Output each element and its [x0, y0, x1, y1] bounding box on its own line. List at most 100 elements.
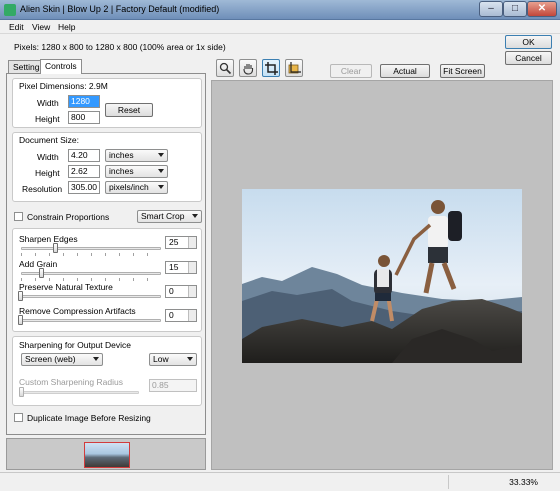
ok-button[interactable]: OK [505, 35, 552, 49]
clear-crop-button[interactable]: Clear Crop [330, 64, 372, 88]
pixels-info: Pixels: 1280 x 800 to 1280 x 800 (100% a… [14, 42, 226, 52]
doc-width-label: Width [37, 152, 59, 162]
navigator-thumbnail[interactable] [84, 442, 130, 468]
chevron-down-icon [158, 153, 164, 157]
constrain-proportions-label: Constrain Proportions [27, 212, 110, 222]
chevron-down-icon [93, 357, 99, 361]
slider-ticks [21, 278, 161, 281]
doc-width-unit-value: inches [109, 150, 134, 160]
spin-down-icon[interactable] [188, 291, 196, 297]
minimize-button[interactable]: – [479, 1, 503, 17]
resolution-unit-select[interactable]: pixels/inch [105, 181, 168, 194]
status-divider [448, 475, 449, 489]
spin-down-icon[interactable] [188, 267, 196, 273]
doc-width-input[interactable]: 4.20 [68, 149, 100, 162]
crop-selection-icon [288, 62, 301, 74]
controls-panel: Pixel Dimensions: 2.9M Width 1280 Height… [6, 73, 206, 435]
adjustments-group: Sharpen Edges 25 Add Grain 15 Preserve N… [12, 228, 202, 332]
slider-label: Sharpen Edges [19, 234, 78, 244]
chevron-down-icon [158, 185, 164, 189]
fit-screen-button[interactable]: Fit Screen [440, 64, 485, 78]
output-sharpening-group: Sharpening for Output Device Screen (web… [12, 336, 202, 406]
doc-height-unit-value: inches [109, 166, 134, 176]
add-grain-spinner[interactable]: 15 [165, 261, 197, 274]
crop-selection-button[interactable] [285, 59, 303, 77]
preserve-texture-value: 0 [169, 286, 174, 296]
resolution-input[interactable]: 305.00 [68, 181, 100, 194]
navigator [6, 438, 206, 470]
output-sharpening-title: Sharpening for Output Device [19, 340, 131, 350]
add-grain-slider[interactable] [39, 268, 44, 278]
cancel-button[interactable]: Cancel [505, 51, 552, 65]
zoom-icon [219, 62, 232, 75]
tab-controls[interactable]: Controls [40, 59, 82, 74]
doc-width-unit-select[interactable]: inches [105, 149, 168, 162]
hand-tool-button[interactable] [239, 59, 257, 77]
pixel-width-label: Width [37, 98, 59, 108]
constrain-proportions-checkbox[interactable] [14, 212, 23, 221]
remove-artifacts-slider[interactable] [18, 315, 23, 325]
app-icon [4, 4, 16, 16]
menu-bar: Edit View Help [0, 20, 560, 34]
doc-height-unit-select[interactable]: inches [105, 165, 168, 178]
preserve-texture-slider[interactable] [18, 291, 23, 301]
crop-icon [265, 62, 278, 75]
pixel-dimensions-group: Pixel Dimensions: 2.9M Width 1280 Height… [12, 78, 202, 128]
slider-label: Preserve Natural Texture [19, 282, 113, 292]
chevron-down-icon [187, 357, 193, 361]
chevron-down-icon [158, 169, 164, 173]
menu-edit[interactable]: Edit [9, 22, 24, 32]
crop-tool-button[interactable] [262, 59, 280, 77]
preserve-texture-track[interactable] [21, 295, 161, 298]
duplicate-image-checkbox[interactable] [14, 413, 23, 422]
custom-radius-slider [19, 387, 24, 397]
window-title: Alien Skin | Blow Up 2 | Factory Default… [20, 4, 220, 14]
sharpen-edges-track[interactable] [21, 247, 161, 250]
spin-down-icon[interactable] [188, 242, 196, 248]
doc-height-input[interactable]: 2.62 [68, 165, 100, 178]
slider-ticks [21, 253, 161, 256]
crop-mode-select[interactable]: Smart Crop [137, 210, 202, 223]
hand-icon [243, 64, 254, 75]
resolution-label: Resolution [22, 184, 63, 194]
close-button[interactable]: ✕ [527, 1, 557, 17]
document-size-title: Document Size: [19, 135, 79, 145]
pixel-dimensions-title: Pixel Dimensions: 2.9M [19, 81, 108, 91]
slider-label: Remove Compression Artifacts [19, 306, 136, 316]
pixel-height-label: Height [35, 114, 60, 124]
remove-artifacts-spinner[interactable]: 0 [165, 309, 197, 322]
crop-mode-value: Smart Crop [141, 211, 185, 221]
duplicate-image-label: Duplicate Image Before Resizing [27, 413, 151, 423]
actual-pixels-button[interactable]: Actual Pixels [380, 64, 430, 88]
zoom-tool-button[interactable] [216, 59, 234, 77]
document-size-group: Document Size: Width 4.20 inches Height … [12, 132, 202, 202]
remove-artifacts-value: 0 [169, 310, 174, 320]
sharpen-edges-slider[interactable] [53, 243, 58, 253]
resolution-unit-value: pixels/inch [109, 182, 149, 192]
sharpening-strength-select[interactable]: Low [149, 353, 197, 366]
add-grain-value: 15 [169, 262, 179, 272]
preserve-texture-spinner[interactable]: 0 [165, 285, 197, 298]
preview-canvas[interactable] [211, 80, 553, 470]
title-bar: Alien Skin | Blow Up 2 | Factory Default… [0, 0, 560, 20]
maximize-button[interactable]: □ [503, 1, 527, 17]
preview-image [242, 189, 522, 363]
pixel-width-input[interactable]: 1280 [68, 95, 100, 108]
sharpen-edges-spinner[interactable]: 25 [165, 236, 197, 249]
custom-radius-label: Custom Sharpening Radius [19, 377, 123, 387]
output-device-select[interactable]: Screen (web) [21, 353, 103, 366]
custom-radius-input: 0.85 [149, 379, 197, 392]
spin-down-icon[interactable] [188, 315, 196, 321]
remove-artifacts-track[interactable] [21, 319, 161, 322]
reset-button[interactable]: Reset [105, 103, 153, 117]
zoom-level: 33.33% [509, 477, 538, 487]
doc-height-label: Height [35, 168, 60, 178]
menu-view[interactable]: View [32, 22, 50, 32]
menu-help[interactable]: Help [58, 22, 75, 32]
chevron-down-icon [192, 214, 198, 218]
sharpening-strength-value: Low [153, 354, 169, 364]
status-bar: 33.33% [0, 472, 560, 491]
sharpen-edges-value: 25 [169, 237, 179, 247]
pixel-height-input[interactable]: 800 [68, 111, 100, 124]
custom-radius-track [21, 391, 139, 394]
